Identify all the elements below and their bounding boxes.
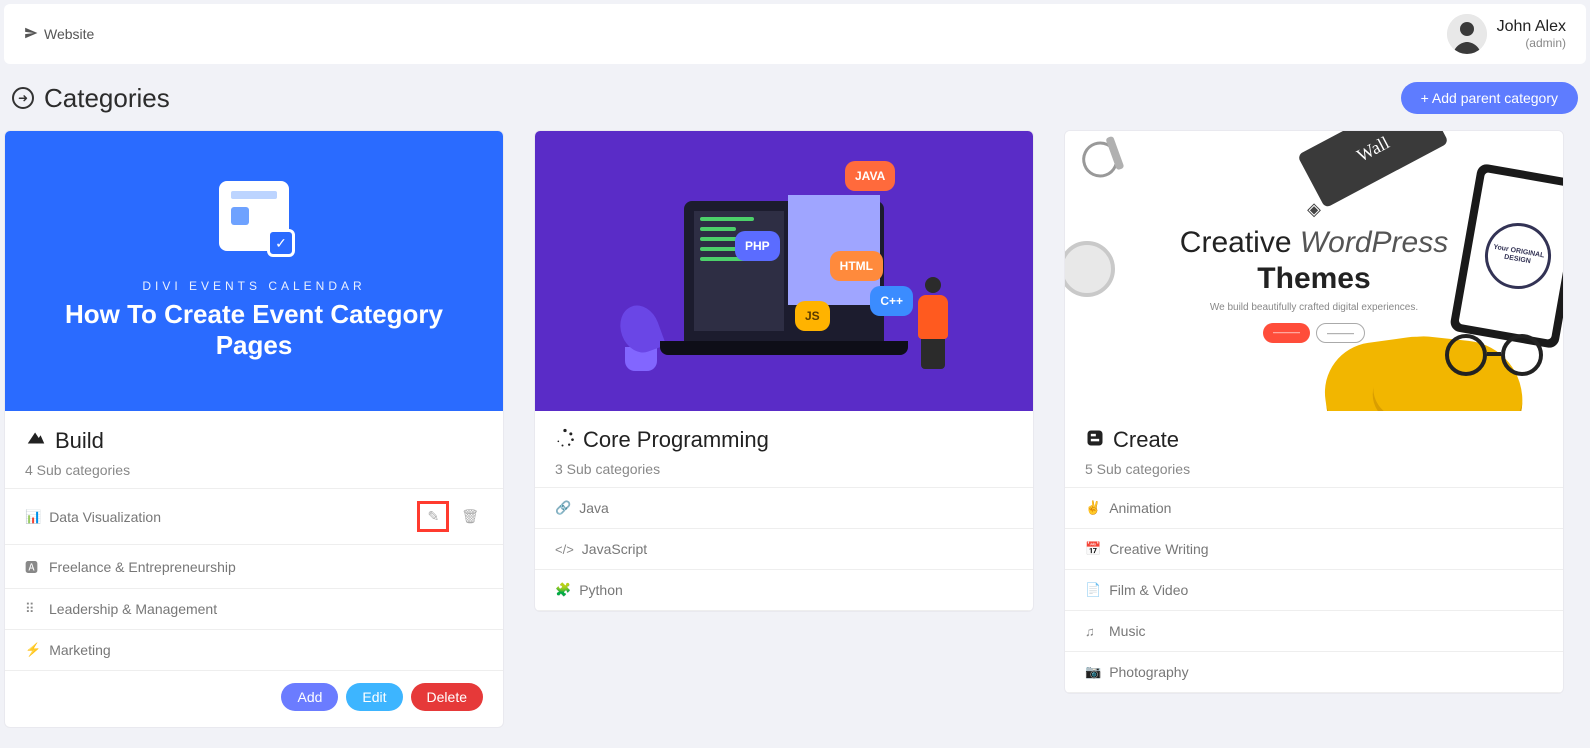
theme-cta-primary: ———	[1263, 323, 1310, 343]
subcategory-label: Creative Writing	[1109, 541, 1543, 557]
watch-decoration	[1065, 241, 1115, 297]
subcategory-label: Data Visualization	[49, 509, 409, 525]
calendar-icon: 📅	[1085, 541, 1101, 557]
subcategory-item[interactable]: 📊 Data Visualization ✎ 🗑	[5, 489, 503, 545]
build-icon	[25, 427, 47, 454]
delete-subcategory-button[interactable]: 🗑	[457, 504, 483, 529]
subcategory-label: JavaScript	[582, 541, 1013, 557]
category-title: Build	[55, 428, 104, 454]
bolt-icon: ⚡	[25, 642, 41, 658]
code-icon: </>	[555, 542, 574, 557]
categories-grid: ✓ DIVI EVENTS CALENDAR How To Create Eve…	[0, 120, 1590, 748]
pencil-icon: ✎	[427, 508, 439, 524]
delete-button[interactable]: Delete	[411, 683, 483, 711]
subcategory-item[interactable]: 📅 Creative Writing	[1065, 529, 1563, 570]
page-header: ➜ Categories + Add parent category	[0, 68, 1590, 120]
peace-icon: ✌	[1085, 500, 1101, 516]
subcategory-item[interactable]: ✌ Animation	[1065, 488, 1563, 529]
subcategory-label: Photography	[1109, 664, 1543, 680]
website-link[interactable]: Website	[24, 26, 94, 43]
add-button[interactable]: Add	[281, 683, 338, 711]
category-card-core-programming: JAVA PHP HTML JS C++ Core Programming 3 …	[534, 130, 1034, 612]
topbar: Website John Alex (admin)	[4, 4, 1586, 64]
file-icon: 📄	[1085, 582, 1101, 598]
subcategory-label: Leadership & Management	[49, 601, 483, 617]
java-tag: JAVA	[845, 161, 895, 191]
php-tag: PHP	[735, 231, 780, 261]
category-thumbnail[interactable]: JAVA PHP HTML JS C++	[535, 131, 1033, 411]
keys-decoration	[1077, 136, 1127, 188]
subcategory-list: ✌ Animation 📅 Creative Writing 📄 Film & …	[1065, 487, 1563, 693]
puzzle-icon: 🧩	[555, 582, 571, 598]
thumbnail-supertitle: DIVI EVENTS CALENDAR	[142, 279, 365, 293]
avatar	[1447, 14, 1487, 54]
user-menu[interactable]: John Alex (admin)	[1447, 14, 1566, 54]
subcategory-item[interactable]: 📄 Film & Video	[1065, 570, 1563, 611]
arrow-right-circle-icon: ➜	[12, 87, 34, 109]
music-icon: ♫	[1085, 624, 1101, 639]
user-name: John Alex	[1497, 18, 1566, 36]
ad-icon: 🅰	[25, 557, 41, 576]
blog-icon	[1085, 428, 1105, 453]
subcategory-label: Freelance & Entrepreneurship	[49, 559, 483, 575]
theme-line1: Creative WordPress	[1180, 226, 1448, 260]
website-link-label: Website	[44, 26, 94, 42]
link-icon: 🔗	[555, 500, 571, 516]
subcategory-label: Java	[579, 500, 1013, 516]
html-tag: HTML	[830, 251, 883, 281]
plant-decoration	[625, 305, 659, 371]
subcategory-count: 5 Sub categories	[1085, 461, 1543, 477]
thumbnail-headline: How To Create Event Category Pages	[5, 299, 503, 361]
subcategory-item[interactable]: </> JavaScript	[535, 529, 1033, 570]
user-role: (admin)	[1497, 36, 1566, 50]
subcategory-item[interactable]: ⚡ Marketing	[5, 630, 503, 671]
subcategory-list: 🔗 Java </> JavaScript 🧩 Python	[535, 487, 1033, 611]
category-card-create: Wall Your ORIGINAL DESIGN ◈ Creative Wor…	[1064, 130, 1564, 694]
edit-subcategory-button[interactable]: ✎	[417, 501, 449, 532]
category-title: Create	[1113, 427, 1179, 453]
camera-icon: 📷	[1085, 664, 1101, 680]
category-card-build: ✓ DIVI EVENTS CALENDAR How To Create Eve…	[4, 130, 504, 728]
wallet-decoration: Wall	[1297, 131, 1449, 208]
theme-line2: Themes	[1180, 262, 1448, 296]
trash-icon: 🗑	[461, 508, 479, 524]
theme-tagline: We build beautifully crafted digital exp…	[1180, 302, 1448, 313]
glasses-decoration	[1445, 334, 1543, 381]
category-thumbnail[interactable]: ✓ DIVI EVENTS CALENDAR How To Create Eve…	[5, 131, 503, 411]
cpp-tag: C++	[870, 286, 913, 316]
js-tag: JS	[795, 301, 830, 331]
person-illustration	[913, 277, 953, 367]
subcategory-list: 📊 Data Visualization ✎ 🗑 🅰 Freelance & E…	[5, 488, 503, 671]
tablet-badge: Your ORIGINAL DESIGN	[1480, 218, 1556, 294]
theme-cta-secondary: ———	[1316, 323, 1365, 343]
subcategory-item[interactable]: ⠿ Leadership & Management	[5, 589, 503, 630]
chart-icon: 📊	[25, 509, 41, 525]
spinner-icon	[555, 428, 575, 453]
subcategory-item[interactable]: ♫ Music	[1065, 611, 1563, 652]
subcategory-item[interactable]: 📷 Photography	[1065, 652, 1563, 693]
subcategory-label: Music	[1109, 623, 1543, 639]
add-parent-category-button[interactable]: + Add parent category	[1401, 82, 1578, 114]
paper-plane-icon	[24, 26, 38, 43]
subcategory-label: Python	[579, 582, 1013, 598]
grid-icon: ⠿	[25, 601, 41, 617]
page-title: Categories	[44, 83, 170, 114]
subcategory-count: 4 Sub categories	[25, 462, 483, 478]
calendar-icon: ✓	[219, 181, 289, 251]
subcategory-item[interactable]: 🔗 Java	[535, 488, 1033, 529]
diamond-icon: ◈	[1180, 199, 1448, 220]
category-thumbnail[interactable]: Wall Your ORIGINAL DESIGN ◈ Creative Wor…	[1065, 131, 1563, 411]
subcategory-label: Film & Video	[1109, 582, 1543, 598]
subcategory-label: Marketing	[49, 642, 483, 658]
subcategory-item[interactable]: 🅰 Freelance & Entrepreneurship	[5, 545, 503, 589]
category-actions: Add Edit Delete	[5, 671, 503, 727]
subcategory-label: Animation	[1109, 500, 1543, 516]
subcategory-item[interactable]: 🧩 Python	[535, 570, 1033, 611]
subcategory-count: 3 Sub categories	[555, 461, 1013, 477]
edit-button[interactable]: Edit	[346, 683, 402, 711]
tablet-decoration: Your ORIGINAL DESIGN	[1449, 163, 1563, 350]
category-title: Core Programming	[583, 427, 769, 453]
